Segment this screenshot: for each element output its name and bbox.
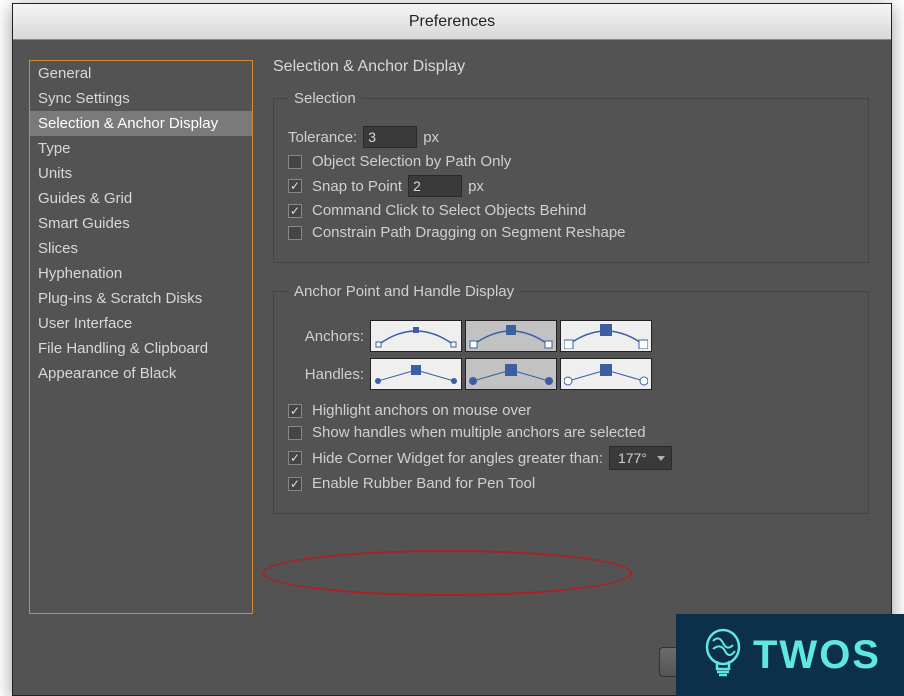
- handles-choices: [370, 358, 652, 390]
- tolerance-unit: px: [423, 129, 439, 146]
- anchor-style-3[interactable]: [560, 320, 652, 352]
- anchors-choices: [370, 320, 652, 352]
- sidebar-label: Type: [38, 140, 71, 157]
- sidebar-label: User Interface: [38, 315, 132, 332]
- checkbox-icon[interactable]: [288, 404, 302, 418]
- handles-row: Handles:: [288, 358, 854, 390]
- show-handles-label: Show handles when multiple anchors are s…: [312, 424, 646, 441]
- tolerance-row: Tolerance: px: [288, 126, 854, 148]
- corner-angle-value: 177°: [618, 450, 647, 466]
- highlight-anchors-row[interactable]: Highlight anchors on mouse over: [288, 402, 854, 419]
- titlebar: Preferences: [13, 4, 891, 40]
- sidebar-item-type[interactable]: Type: [30, 136, 252, 161]
- handle-style-2[interactable]: [465, 358, 557, 390]
- show-handles-row[interactable]: Show handles when multiple anchors are s…: [288, 424, 854, 441]
- snap-to-point-row[interactable]: Snap to Point px: [288, 175, 854, 197]
- corner-angle-select[interactable]: 177°: [609, 446, 672, 470]
- handle-style-3[interactable]: [560, 358, 652, 390]
- anchor-medium-icon: [469, 323, 553, 349]
- hide-corner-label: Hide Corner Widget for angles greater th…: [312, 450, 603, 467]
- selection-group: Selection Tolerance: px Object Selection…: [273, 90, 869, 263]
- sidebar-item-user-interface[interactable]: User Interface: [30, 311, 252, 336]
- checkbox-icon[interactable]: [288, 179, 302, 193]
- checkbox-icon[interactable]: [288, 155, 302, 169]
- sidebar-label: Slices: [38, 240, 78, 257]
- tolerance-input[interactable]: [363, 126, 417, 148]
- sidebar-label: Hyphenation: [38, 265, 122, 282]
- sidebar: General Sync Settings Selection & Anchor…: [29, 60, 253, 614]
- main-panel: Selection & Anchor Display Selection Tol…: [253, 40, 891, 695]
- checkbox-icon[interactable]: [288, 226, 302, 240]
- anchor-legend: Anchor Point and Handle Display: [288, 283, 520, 300]
- handle-medium-icon: [469, 361, 553, 387]
- twos-logo: TWOS: [676, 614, 904, 696]
- constrain-path-row[interactable]: Constrain Path Dragging on Segment Resha…: [288, 224, 854, 241]
- object-path-only-label: Object Selection by Path Only: [312, 153, 511, 170]
- sidebar-label: Guides & Grid: [38, 190, 132, 207]
- sidebar-label: Sync Settings: [38, 90, 130, 107]
- preferences-window: Preferences General Sync Settings Select…: [12, 3, 892, 696]
- command-click-label: Command Click to Select Objects Behind: [312, 202, 586, 219]
- content: General Sync Settings Selection & Anchor…: [13, 40, 891, 695]
- command-click-row[interactable]: Command Click to Select Objects Behind: [288, 202, 854, 219]
- sidebar-label: File Handling & Clipboard: [38, 340, 208, 357]
- anchors-row: Anchors:: [288, 320, 854, 352]
- sidebar-item-file-handling[interactable]: File Handling & Clipboard: [30, 336, 252, 361]
- anchor-large-icon: [564, 323, 648, 349]
- sidebar-item-general[interactable]: General: [30, 61, 252, 86]
- sidebar-label: General: [38, 65, 91, 82]
- sidebar-label: Appearance of Black: [38, 365, 176, 382]
- sidebar-item-selection-anchor-display[interactable]: Selection & Anchor Display: [30, 111, 252, 136]
- sidebar-item-sync-settings[interactable]: Sync Settings: [30, 86, 252, 111]
- checkbox-icon[interactable]: [288, 204, 302, 218]
- hide-corner-row[interactable]: Hide Corner Widget for angles greater th…: [288, 446, 854, 470]
- anchor-style-1[interactable]: [370, 320, 462, 352]
- handles-label: Handles:: [288, 366, 366, 383]
- sidebar-item-plugins-scratch[interactable]: Plug-ins & Scratch Disks: [30, 286, 252, 311]
- object-path-only-row[interactable]: Object Selection by Path Only: [288, 153, 854, 170]
- rubber-band-label: Enable Rubber Band for Pen Tool: [312, 475, 535, 492]
- tolerance-label: Tolerance:: [288, 129, 357, 146]
- sidebar-item-slices[interactable]: Slices: [30, 236, 252, 261]
- rubber-band-row[interactable]: Enable Rubber Band for Pen Tool: [288, 475, 854, 492]
- page-title: Selection & Anchor Display: [273, 58, 869, 76]
- logo-text: TWOS: [753, 633, 881, 678]
- checkbox-icon[interactable]: [288, 451, 302, 465]
- sidebar-item-hyphenation[interactable]: Hyphenation: [30, 261, 252, 286]
- anchors-label: Anchors:: [288, 328, 366, 345]
- checkbox-icon[interactable]: [288, 426, 302, 440]
- lightbulb-icon: [699, 625, 747, 685]
- sidebar-item-appearance-black[interactable]: Appearance of Black: [30, 361, 252, 386]
- sidebar-label: Selection & Anchor Display: [38, 115, 218, 132]
- anchor-group: Anchor Point and Handle Display Anchors:: [273, 283, 869, 514]
- snap-unit: px: [468, 178, 484, 195]
- snap-to-point-label: Snap to Point: [312, 178, 402, 195]
- sidebar-item-units[interactable]: Units: [30, 161, 252, 186]
- window-title: Preferences: [409, 13, 495, 31]
- anchor-style-2[interactable]: [465, 320, 557, 352]
- sidebar-item-guides-grid[interactable]: Guides & Grid: [30, 186, 252, 211]
- handle-style-1[interactable]: [370, 358, 462, 390]
- sidebar-label: Smart Guides: [38, 215, 130, 232]
- sidebar-item-smart-guides[interactable]: Smart Guides: [30, 211, 252, 236]
- anchor-small-icon: [374, 323, 458, 349]
- sidebar-label: Plug-ins & Scratch Disks: [38, 290, 202, 307]
- constrain-path-label: Constrain Path Dragging on Segment Resha…: [312, 224, 626, 241]
- selection-legend: Selection: [288, 90, 362, 107]
- handle-small-icon: [374, 361, 458, 387]
- handle-open-icon: [564, 361, 648, 387]
- highlight-label: Highlight anchors on mouse over: [312, 402, 531, 419]
- snap-to-point-input[interactable]: [408, 175, 462, 197]
- checkbox-icon[interactable]: [288, 477, 302, 491]
- sidebar-label: Units: [38, 165, 72, 182]
